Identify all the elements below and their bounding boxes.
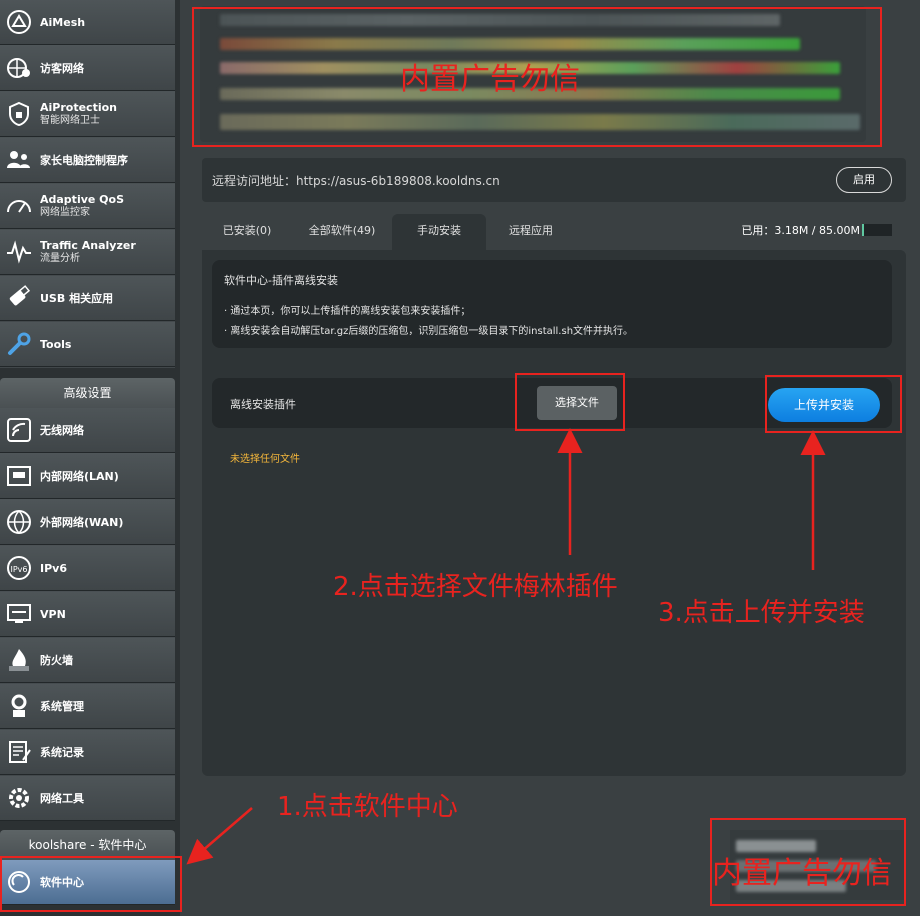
advanced-menu: 无线网络 内部网络(LAN) 外部网络(WAN) IPv6 IPv6 VPN 防… [0, 408, 175, 821]
tab-installed[interactable]: 已安装(0) [202, 214, 292, 250]
sidebar-item-system-log[interactable]: 系统记录 [0, 730, 175, 775]
ipv6-icon: IPv6 [2, 551, 36, 585]
sidebar-item-wan[interactable]: 外部网络(WAN) [0, 500, 175, 545]
usb-icon [2, 281, 36, 315]
sidebar-item-traffic-analyzer[interactable]: Traffic Analyzer 流量分析 [0, 230, 175, 275]
system-admin-icon [2, 689, 36, 723]
choose-file-highlight [515, 373, 625, 431]
tab-all-software[interactable]: 全部软件(49) [292, 214, 392, 250]
sidebar-item-lan[interactable]: 内部网络(LAN) [0, 454, 175, 499]
sidebar-item-usb[interactable]: USB 相关应用 [0, 276, 175, 321]
storage-usage: 已用：3.18M / 85.00M [741, 224, 860, 237]
qos-gauge-icon [2, 189, 36, 223]
tab-manual-install[interactable]: 手动安装 [392, 214, 486, 250]
tab-bar: 已安装(0) 全部软件(49) 手动安装 远程应用 已用：3.18M / 85.… [202, 214, 906, 250]
step1-annotation: 1.点击软件中心 [277, 792, 458, 822]
step3-annotation: 3.点击上传并安装 [658, 598, 865, 628]
sidebar-item-label: 系统记录 [40, 745, 84, 759]
offline-install-label: 离线安装插件 [230, 398, 296, 411]
info-card: 软件中心-插件离线安装 · 通过本页，你可以上传插件的离线安装包来安装插件； ·… [212, 260, 892, 348]
sidebar-item-label: USB 相关应用 [40, 291, 114, 305]
system-log-icon [2, 735, 36, 769]
ad-warning-text-bottom: 内置广告勿信 [712, 856, 892, 891]
info-line: · 通过本页，你可以上传插件的离线安装包来安装插件； [224, 306, 471, 317]
info-line: · 离线安装会自动解压tar.gz后缀的压缩包，识别压缩包一级目录下的insta… [224, 326, 634, 337]
sidebar-item-label: IPv6 [40, 561, 67, 575]
sidebar-item-label: VPN [40, 607, 66, 621]
sidebar-item-firewall[interactable]: 防火墙 [0, 638, 175, 683]
sidebar-item-label: Adaptive QoS 网络监控家 [40, 193, 125, 218]
aimesh-icon [2, 5, 36, 39]
sidebar-item-label: 访客网络 [40, 61, 84, 75]
sidebar-item-vpn[interactable]: VPN [0, 592, 175, 637]
step2-annotation: 2.点击选择文件梅林插件 [333, 572, 618, 602]
no-file-selected-text: 未选择任何文件 [230, 454, 300, 465]
wireless-icon [2, 413, 36, 447]
lan-icon [2, 459, 36, 493]
parental-control-icon [2, 143, 36, 177]
aiprotection-icon [2, 97, 36, 131]
main-content: 内置广告勿信 远程访问地址：https://asus-6b189808.kool… [190, 0, 920, 916]
sidebar-item-aiprotection[interactable]: AiProtection 智能网络卫士 [0, 92, 175, 137]
sidebar: AiMesh 访客网络 AiProtection 智能网络卫士 家长电脑控制程序 … [0, 0, 180, 916]
sidebar-item-adaptive-qos[interactable]: Adaptive QoS 网络监控家 [0, 184, 175, 229]
sidebar-item-label: 家长电脑控制程序 [40, 153, 128, 167]
sidebar-item-guest-network[interactable]: 访客网络 [0, 46, 175, 91]
guest-network-icon [2, 51, 36, 85]
sidebar-item-label: 网络工具 [40, 791, 84, 805]
tab-remote-apps[interactable]: 远程应用 [486, 214, 576, 250]
sidebar-item-label: 外部网络(WAN) [40, 515, 124, 529]
firewall-icon [2, 643, 36, 677]
sidebar-item-ipv6[interactable]: IPv6 IPv6 [0, 546, 175, 591]
sidebar-item-network-tools[interactable]: 网络工具 [0, 776, 175, 821]
traffic-analyzer-icon [2, 235, 36, 269]
storage-usage-bar [862, 224, 892, 236]
advanced-settings-header: 高级设置 [0, 378, 175, 408]
sidebar-item-label: Tools [40, 337, 72, 351]
enable-button[interactable]: 启用 [836, 167, 892, 193]
wan-globe-icon [2, 505, 36, 539]
tools-icon [2, 327, 36, 361]
sidebar-item-system-admin[interactable]: 系统管理 [0, 684, 175, 729]
sidebar-item-label: 无线网络 [40, 423, 84, 437]
manual-install-panel: 软件中心-插件离线安装 · 通过本页，你可以上传插件的离线安装包来安装插件； ·… [202, 250, 906, 776]
sidebar-item-label: AiMesh [40, 15, 86, 29]
main-menu: AiMesh 访客网络 AiProtection 智能网络卫士 家长电脑控制程序 … [0, 0, 175, 368]
software-center-highlight [0, 856, 182, 912]
sidebar-item-label: Traffic Analyzer 流量分析 [40, 239, 136, 264]
sidebar-item-label: 防火墙 [40, 653, 73, 667]
sidebar-item-label: 系统管理 [40, 699, 84, 713]
sidebar-item-label: AiProtection 智能网络卫士 [40, 101, 117, 126]
sidebar-item-label: 内部网络(LAN) [40, 469, 119, 483]
network-tools-icon [2, 781, 36, 815]
sidebar-item-parental-control[interactable]: 家长电脑控制程序 [0, 138, 175, 183]
vpn-icon [2, 597, 36, 631]
sidebar-item-aimesh[interactable]: AiMesh [0, 0, 175, 45]
svg-text:IPv6: IPv6 [10, 565, 27, 574]
info-title: 软件中心-插件离线安装 [224, 274, 338, 287]
ad-warning-text: 内置广告勿信 [400, 62, 580, 97]
sidebar-item-tools[interactable]: Tools [0, 322, 175, 367]
remote-access-bar: 远程访问地址：https://asus-6b189808.kooldns.cn … [202, 158, 906, 202]
sidebar-item-wireless[interactable]: 无线网络 [0, 408, 175, 453]
install-highlight [765, 375, 902, 433]
remote-access-address: 远程访问地址：https://asus-6b189808.kooldns.cn [212, 173, 500, 188]
